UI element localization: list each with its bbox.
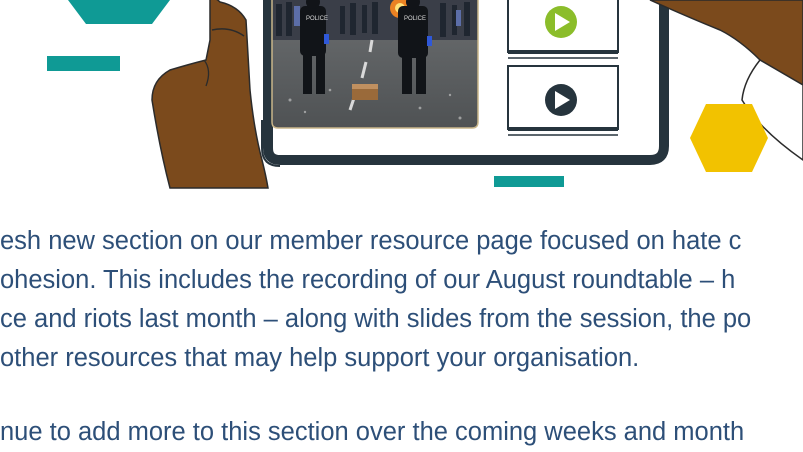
next-paragraph-line: nue to add more to this section over the… [0,418,745,446]
play-dark-icon[interactable] [545,84,577,116]
svg-text:POLICE: POLICE [306,16,328,22]
video-card-2[interactable] [507,65,619,136]
news-photo: POLICE POLICE [271,0,479,129]
yellow-hexagon [690,104,768,172]
article-paragraph: esh new section on our member resource p… [0,222,803,378]
teal-bar-left [47,56,120,71]
paragraph-line-1: esh new section on our member resource p… [0,227,742,255]
teal-hexagon-top [68,0,170,24]
teal-bar-bottom [494,176,564,187]
svg-text:POLICE: POLICE [404,16,426,22]
hero-illustration: POLICE POLICE [47,0,803,189]
left-hand [151,0,269,189]
paragraph-line-2: ohesion. This includes the recording of … [0,266,736,294]
play-green-icon[interactable] [545,6,577,38]
video-card-1[interactable] [507,0,619,59]
paragraph-line-4: other resources that may help support yo… [0,344,640,372]
paragraph-line-3: ce and riots last month – along with sli… [0,305,752,333]
